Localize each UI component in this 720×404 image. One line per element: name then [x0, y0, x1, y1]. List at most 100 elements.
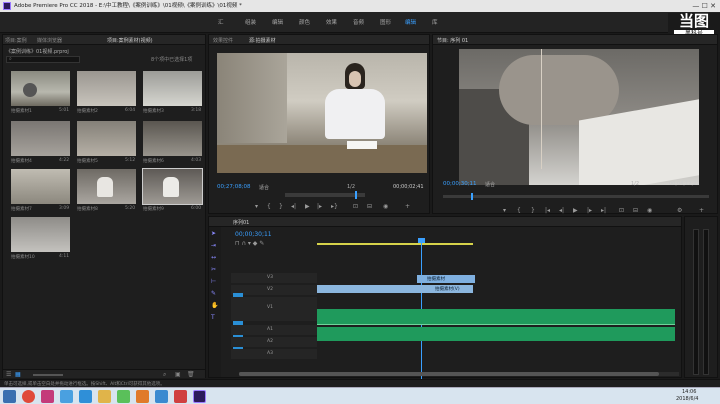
start-icon[interactable]: [3, 390, 16, 403]
window-controls-icon[interactable]: — ☐ ✕: [692, 0, 716, 12]
source-scale[interactable]: 1/2: [347, 184, 355, 190]
app-icon[interactable]: [117, 390, 130, 403]
insert-icon[interactable]: ⊡: [353, 203, 358, 210]
premiere-taskbar-icon[interactable]: [193, 390, 206, 403]
ripple-edit-icon[interactable]: ↔: [211, 255, 217, 261]
clip-thumbnail[interactable]: [143, 121, 202, 156]
timeline-clip-v2[interactable]: 拍摄素材: [417, 275, 475, 283]
go-to-out-icon[interactable]: ▸}: [331, 203, 338, 210]
workspace-item[interactable]: 编辑: [272, 18, 283, 26]
clip-thumbnail[interactable]: [11, 71, 70, 106]
selection-tool-icon[interactable]: ➤: [211, 231, 217, 237]
trash-icon[interactable]: 🗑: [187, 371, 195, 378]
export-frame-icon[interactable]: ◉: [647, 207, 652, 214]
zoom-slider[interactable]: [33, 374, 63, 376]
tab-sequence[interactable]: 序列01: [233, 219, 249, 226]
hand-icon[interactable]: ✋: [211, 303, 218, 309]
tab-effect-controls[interactable]: 效果控件: [213, 37, 233, 44]
clip-thumbnail[interactable]: [77, 121, 136, 156]
slip-icon[interactable]: ⊢: [211, 279, 217, 285]
folder-icon[interactable]: [98, 390, 111, 403]
program-fit[interactable]: 适合: [485, 181, 495, 188]
go-to-out-icon[interactable]: ▸|: [601, 207, 606, 214]
app-icon[interactable]: [79, 390, 92, 403]
timeline-clip-v1[interactable]: 拍摄素材(V): [317, 285, 473, 293]
workspace-item-active[interactable]: 编辑: [405, 18, 416, 26]
add-marker-icon[interactable]: ▾: [503, 207, 506, 214]
workspace-item[interactable]: 效果: [326, 18, 337, 26]
lift-icon[interactable]: ⊡: [619, 207, 624, 214]
mark-out-icon[interactable]: {: [267, 203, 271, 210]
clip-name: 拍摄素材8: [77, 207, 98, 212]
icon-view-icon[interactable]: ▦: [15, 371, 21, 378]
tab-program[interactable]: 节目: 序列 01: [437, 37, 468, 44]
workspace-item[interactable]: 组装: [245, 18, 256, 26]
play-icon[interactable]: ▶: [573, 207, 578, 214]
tab-source[interactable]: 源:拍摄素材: [249, 37, 276, 44]
clip-thumbnail[interactable]: [143, 71, 202, 106]
app-icon[interactable]: [155, 390, 168, 403]
app-icon[interactable]: [60, 390, 73, 403]
workspace-item[interactable]: 颜色: [299, 18, 310, 26]
track-a3: A3: [231, 349, 317, 359]
mark-in-icon[interactable]: ▾: [255, 203, 258, 210]
playhead-handle[interactable]: [418, 238, 425, 243]
source-scrubber[interactable]: [285, 191, 365, 199]
step-back-icon[interactable]: ◂|: [291, 203, 296, 210]
add-button-icon[interactable]: +: [699, 207, 704, 214]
program-timecode[interactable]: 00;00;30;11: [443, 181, 477, 187]
tab-project-footage[interactable]: 项目:案例素材(视频): [107, 37, 153, 44]
clip-thumbnail[interactable]: [77, 71, 136, 106]
clip-thumbnail[interactable]: [77, 169, 136, 204]
workspace-item[interactable]: 音频: [353, 18, 364, 26]
mark-in-icon[interactable]: {: [517, 207, 521, 214]
workspace-item[interactable]: 库: [432, 18, 438, 26]
clip-thumbnail[interactable]: [11, 217, 70, 252]
source-timecode[interactable]: 00;27;08;08: [217, 184, 251, 190]
play-icon[interactable]: ▶: [305, 203, 310, 210]
browser-icon[interactable]: [22, 390, 35, 403]
tab-project[interactable]: 项目:案例: [5, 37, 27, 44]
go-to-in-icon[interactable]: |◂: [545, 207, 550, 214]
step-forward-icon[interactable]: |▸: [587, 207, 592, 214]
search-input[interactable]: [6, 56, 80, 63]
type-icon[interactable]: T: [211, 315, 217, 321]
audio-clip-a2[interactable]: [317, 327, 675, 341]
add-button-icon[interactable]: +: [405, 203, 410, 210]
workspace-item[interactable]: 图形: [380, 18, 391, 26]
window-titlebar: Adobe Premiere Pro CC 2018 - E:\中工教程\《案例…: [0, 0, 720, 12]
clip-thumbnail[interactable]: [11, 121, 70, 156]
program-scrubber[interactable]: [443, 193, 709, 200]
source-fit[interactable]: 适合: [259, 184, 269, 191]
pen-icon[interactable]: ✎: [211, 291, 217, 297]
extract-icon[interactable]: ⊟: [633, 207, 638, 214]
go-to-in-icon[interactable]: }: [279, 203, 283, 210]
clip-name: 拍摄素材1: [11, 109, 32, 114]
app-icon[interactable]: [41, 390, 54, 403]
step-back-icon[interactable]: ◂|: [559, 207, 564, 214]
search-icon[interactable]: ⌕: [163, 371, 166, 379]
app-icon[interactable]: [174, 390, 187, 403]
clip-thumbnail[interactable]: [11, 169, 70, 204]
program-scale[interactable]: 1/2: [631, 181, 639, 187]
clip-duration: 5:12: [125, 158, 136, 163]
track-select-icon[interactable]: ⇥: [211, 243, 217, 249]
program-transport: ▾ { } |◂ ◂| ▶ |▸ ▸| ⊡ ⊟ ◉ ⚙ +: [433, 207, 719, 215]
tab-media-browser[interactable]: 媒体浏览器: [37, 37, 62, 44]
timeline-timecode[interactable]: 00;00;30;11: [235, 231, 272, 238]
overwrite-icon[interactable]: ⊟: [367, 203, 372, 210]
razor-icon[interactable]: ✂: [211, 267, 217, 273]
new-item-icon[interactable]: ▣: [175, 371, 181, 378]
work-area-bar[interactable]: [317, 243, 473, 245]
mark-out-icon[interactable]: }: [531, 207, 535, 214]
app-icon[interactable]: [136, 390, 149, 403]
settings-icon[interactable]: ⚙: [677, 207, 682, 214]
timeline-scrollbar[interactable]: [239, 372, 679, 376]
workspace-item[interactable]: 汇: [218, 18, 224, 26]
clip-thumbnail-selected[interactable]: [142, 168, 203, 205]
timeline-tool-icons[interactable]: ⊓ ∩ ▾ ◆ ✎: [235, 240, 264, 247]
audio-clip-a1[interactable]: [317, 309, 675, 325]
list-view-icon[interactable]: ☰: [6, 371, 11, 378]
export-frame-icon[interactable]: ◉: [383, 203, 388, 210]
step-forward-icon[interactable]: |▸: [317, 203, 322, 210]
